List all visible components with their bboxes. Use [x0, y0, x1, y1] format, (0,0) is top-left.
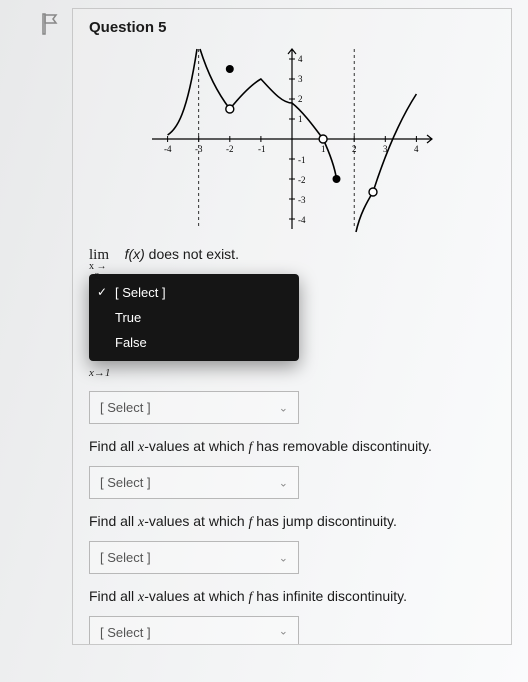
svg-text:-1: -1	[298, 155, 306, 165]
question-panel: Question 5	[72, 8, 512, 645]
dropdown-option-false[interactable]: False	[89, 330, 299, 355]
svg-text:-2: -2	[298, 175, 306, 185]
chevron-down-icon: ⌄	[279, 624, 288, 637]
svg-text:-4: -4	[164, 144, 172, 154]
prompt-jump: Find all x-values at which f has jump di…	[89, 513, 495, 531]
svg-text:-2: -2	[226, 144, 234, 154]
graph: -4 -3 -2 -1 1 2 3 4 4 3 2 1 -1 -2 -3 -4	[89, 44, 495, 234]
svg-text:-4: -4	[298, 215, 306, 225]
prompt-removable: Find all x-values at which f has removab…	[89, 438, 495, 456]
svg-text:4: 4	[298, 54, 303, 64]
select-infinite[interactable]: [ Select ] ⌄	[89, 616, 299, 644]
flag-icon[interactable]	[40, 12, 60, 36]
svg-text:-1: -1	[258, 144, 266, 154]
prompt-infinite: Find all x-values at which f has infinit…	[89, 588, 495, 606]
svg-text:2: 2	[298, 94, 303, 104]
dropdown-option-placeholder[interactable]: [ Select ]	[89, 280, 299, 305]
partial-limit-text: x→1	[89, 367, 495, 379]
chevron-down-icon: ⌄	[279, 476, 288, 489]
select-removable[interactable]: [ Select ] ⌄	[89, 466, 299, 499]
select-jump[interactable]: [ Select ] ⌄	[89, 541, 299, 574]
question-title: Question 5	[89, 19, 495, 36]
svg-text:4: 4	[414, 144, 419, 154]
limit-statement: lim x → −2 f(x) does not exist.	[89, 246, 495, 264]
chevron-down-icon: ⌄	[279, 551, 288, 564]
chevron-down-icon: ⌄	[279, 401, 288, 414]
svg-text:-3: -3	[298, 195, 306, 205]
svg-text:1: 1	[321, 144, 326, 154]
select-2[interactable]: [ Select ] ⌄	[89, 391, 299, 424]
dropdown-option-true[interactable]: True	[89, 305, 299, 330]
svg-text:1: 1	[298, 114, 303, 124]
svg-text:3: 3	[298, 74, 303, 84]
dropdown-open-menu[interactable]: [ Select ] True False	[89, 274, 299, 361]
